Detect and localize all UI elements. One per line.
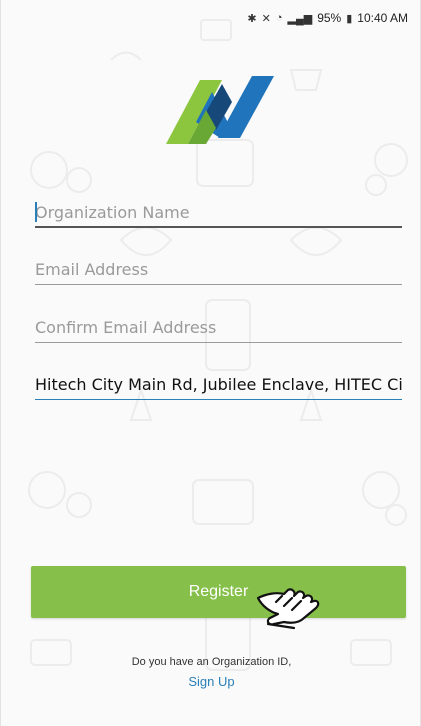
app-screen: ✱ ✕ ◔ ▂▄▆ 95% ▮ 10:40 AM Organization Na…	[0, 0, 421, 726]
org-id-prompt: Do you have an Organization ID,	[131, 656, 292, 668]
register-button[interactable]: Register	[31, 566, 406, 618]
text-cursor	[35, 202, 37, 222]
address-input[interactable]: Hitech City Main Rd, Jubilee Enclave, HI…	[35, 370, 402, 400]
email-input[interactable]: Email Address	[35, 255, 402, 285]
wifi-icon: ◔	[275, 12, 283, 24]
organization-name-placeholder: Organization Name	[35, 202, 190, 222]
sign-up-link[interactable]: Sign Up	[188, 674, 234, 689]
address-value: Hitech City Main Rd, Jubilee Enclave, HI…	[35, 375, 402, 394]
app-logo	[166, 76, 274, 144]
status-bar: ✱ ✕ ◔ ▂▄▆ 95% ▮ 10:40 AM	[1, 0, 420, 36]
email-placeholder: Email Address	[35, 260, 149, 279]
sign-up-link-row: Sign Up	[1, 674, 420, 689]
confirm-email-placeholder: Confirm Email Address	[35, 318, 217, 337]
mute-icon: ✕	[261, 12, 271, 25]
signal-icon: ▂▄▆	[287, 12, 313, 25]
battery-percentage: 95%	[317, 11, 342, 25]
register-label: Register	[188, 583, 249, 600]
bluetooth-icon: ✱	[247, 12, 257, 25]
clock: 10:40 AM	[357, 11, 408, 25]
battery-icon: ▮	[346, 12, 353, 25]
confirm-email-input[interactable]: Confirm Email Address	[35, 313, 402, 343]
organization-name-input[interactable]: Organization Name	[35, 198, 402, 228]
tap-hand-icon	[256, 588, 320, 630]
